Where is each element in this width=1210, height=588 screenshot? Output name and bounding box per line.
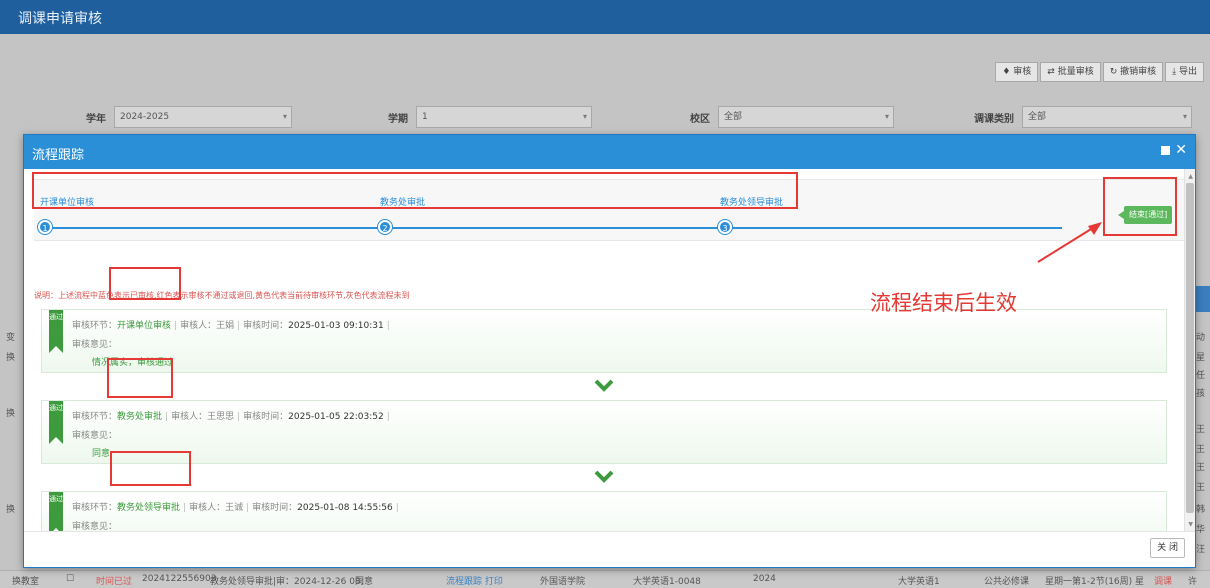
chevron-down-icon [594,470,614,483]
bg-cell: 华 [1196,525,1206,535]
scroll-up-icon[interactable]: ▲ [1188,173,1193,180]
bg-cell: 韩 [1196,505,1206,515]
annotation-box [109,267,181,300]
annotation-box [1103,177,1177,236]
thumbs-up-icon: ♦ [1002,67,1014,77]
bg-cell: 汪 [1196,545,1206,555]
adjust-type-select[interactable]: 全部 [1022,106,1192,128]
step-marker: 3 [718,220,732,234]
bg-cell: 王 [1196,425,1206,435]
school-year-select[interactable]: 2024-2025 [114,106,292,128]
campus-select[interactable]: 全部 [718,106,894,128]
row-checkbox[interactable]: ☐ [66,574,74,584]
export-icon: ⤓ [1172,67,1179,77]
bg-cell: 动 [1196,333,1206,343]
filter-semester: 学期 1 [388,106,592,128]
annotation-box [32,172,798,209]
filter-campus: 校区 全部 [690,106,894,128]
pass-badge: 通过 [49,492,63,531]
audit-record: 通过 审核环节：开课单位审核 | 审核人：王娟 | 审核时间：2025-01-03 09… [41,309,1167,373]
bg-cell: 王 [1196,463,1206,473]
annotation-arrow-icon [1037,222,1102,263]
toolbar: ♦ 审核 ⇄ 批量审核 ↻ 撤销审核 ⤓ 导出 [995,62,1204,82]
scroll-down-icon[interactable]: ▼ [1188,521,1193,528]
bg-row-label: 换 [6,409,16,419]
annotation-box [110,451,191,486]
audit-record: 通过 审核环节：教务处审批 | 审核人：王思思 | 审核时间：2025-01-05 22… [41,400,1167,464]
record-step: 教务处审批 [117,412,163,422]
record-time: 2025-01-08 14:55:56 [297,503,393,513]
bg-cell: 王 [1196,483,1206,493]
exchange-icon: ⇄ [1047,67,1058,77]
step-marker: 2 [378,220,392,234]
approve-button[interactable]: ♦ 审核 [995,62,1039,82]
dialog-body: 开课单位审核 教务处审批 教务处领导审批 1 2 3 结束[通过] 说明：上述流… [24,169,1195,531]
flow-track-link[interactable]: 流程跟踪 打印 [446,574,503,587]
filter-school-year: 学年 2024-2025 [86,106,292,128]
record-time: 2025-01-03 09:10:31 [288,321,384,331]
record-step: 开课单位审核 [117,321,172,331]
pass-badge: 通过 [49,401,63,444]
bg-row-label: 变 [6,333,16,343]
step-progress-line [46,227,1062,229]
close-button[interactable]: 关 闭 [1150,538,1185,558]
semester-select[interactable]: 1 [416,106,592,128]
batch-approve-button[interactable]: ⇄ 批量审核 [1040,62,1101,82]
bg-row-label: 换 [6,353,16,363]
dialog-footer: 关 闭 [24,531,1195,567]
filter-adjust-type: 调课类别 全部 [974,106,1192,128]
annotation-box [107,358,173,398]
bg-row-label: 换 [6,505,16,515]
maximize-icon[interactable] [1161,145,1171,155]
record-time: 2025-01-05 22:03:52 [288,412,384,422]
audit-record: 通过 审核环节：教务处领导审批 | 审核人：王诚 | 审核时间：2025-01-08 1… [41,491,1167,531]
chevron-down-icon [594,379,614,392]
app-header: 调课申请审核 [0,0,1210,34]
page-title: 调课申请审核 [18,11,102,27]
annotation-text: 流程结束后生效 [870,291,1017,315]
legend-note: 说明：上述流程中蓝色表示已审核,红色表示审核不通过或退回,黄色代表当前待审核环节… [34,291,410,300]
scrollbar-thumb[interactable] [1186,183,1194,513]
record-opinion: 同意 [92,449,111,459]
dialog-title: 流程跟踪 [32,148,85,163]
record-step: 教务处领导审批 [117,503,181,513]
revoke-approve-button[interactable]: ↻ 撤销审核 [1102,62,1164,82]
bg-cell: 王 [1196,445,1206,455]
refresh-icon: ↻ [1109,67,1121,77]
export-button[interactable]: ⤓ 导出 [1165,62,1204,82]
close-icon[interactable]: ✕ [1175,143,1187,157]
pass-badge: 通过 [49,310,63,353]
bg-cell: 星 [1196,353,1206,363]
dialog-header: 流程跟踪 ✕ [24,135,1195,169]
table-row[interactable]: 换教室 ☐ 时间已过 2024122556903 教务处领导审批|审：2024-… [0,570,1210,588]
step-marker: 1 [38,220,52,234]
bg-cell: 任 [1196,371,1206,381]
bg-cell: 孩 [1196,389,1206,399]
